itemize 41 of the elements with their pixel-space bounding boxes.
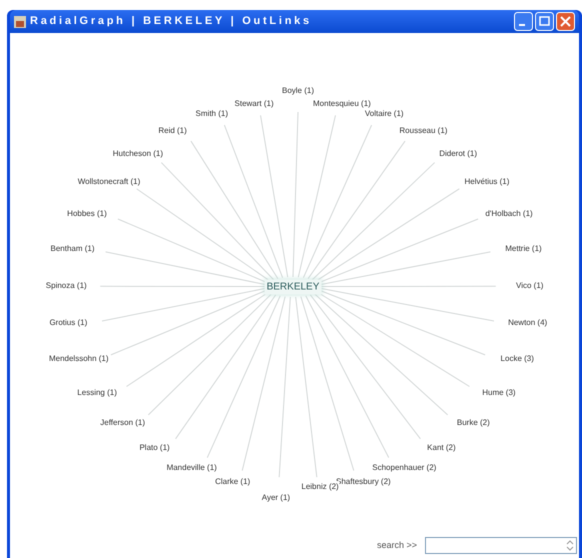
node-label[interactable]: Voltaire (1): [364, 108, 405, 120]
maximize-button[interactable]: [535, 12, 554, 31]
node-label[interactable]: Leibniz (2): [300, 481, 340, 494]
close-button[interactable]: [556, 12, 575, 31]
node-label[interactable]: Grotius (1): [48, 316, 88, 329]
node-label[interactable]: Rousseau (1): [398, 124, 448, 137]
node-label[interactable]: Ayer (1): [260, 492, 292, 504]
node-label[interactable]: Helvétius (1): [464, 176, 510, 188]
search-field[interactable]: [425, 537, 577, 554]
node-label[interactable]: Vico (1): [515, 280, 544, 292]
center-node-label[interactable]: BERKELEY: [264, 280, 322, 294]
node-label[interactable]: Plato (1): [138, 442, 171, 454]
node-label[interactable]: Mandeville (1): [166, 462, 218, 474]
node-label[interactable]: Stewart (1): [234, 98, 275, 110]
node-label[interactable]: Lessing (1): [76, 386, 118, 398]
node-label[interactable]: Mendelssohn (1): [48, 352, 110, 365]
node-label[interactable]: Montesquieu (1): [312, 98, 372, 110]
node-label[interactable]: Hutcheson (1): [112, 148, 164, 160]
node-label[interactable]: Reid (1): [157, 124, 188, 137]
node-label[interactable]: Hume (3): [481, 386, 517, 398]
node-label[interactable]: Hobbes (1): [66, 208, 108, 220]
spinner-icon: [566, 540, 574, 551]
node-label[interactable]: Jefferson (1): [99, 416, 146, 429]
node-label[interactable]: Smith (1): [194, 108, 229, 120]
node-label[interactable]: Newton (4): [507, 316, 548, 329]
node-label[interactable]: Clarke (1): [214, 476, 252, 488]
node-label[interactable]: Spinoza (1): [44, 280, 88, 292]
node-label[interactable]: Schopenhauer (2): [371, 462, 438, 474]
node-label[interactable]: Diderot (1): [438, 148, 478, 160]
app-icon: [14, 16, 26, 28]
node-label[interactable]: Bentham (1): [50, 243, 96, 256]
node-label[interactable]: d'Holbach (1): [484, 208, 534, 220]
node-label[interactable]: Wollstonecraft (1): [76, 176, 142, 188]
minimize-button[interactable]: [514, 12, 533, 31]
node-label[interactable]: Locke (3): [500, 352, 535, 365]
node-label[interactable]: Kant (2): [426, 442, 457, 454]
node-label[interactable]: Mettrie (1): [504, 243, 543, 256]
node-label[interactable]: Boyle (1): [281, 85, 315, 97]
window-title: RadialGraph | BERKELEY | OutLinks: [30, 14, 312, 30]
node-label[interactable]: Burke (2): [456, 416, 491, 429]
search-label: search >>: [376, 538, 417, 552]
